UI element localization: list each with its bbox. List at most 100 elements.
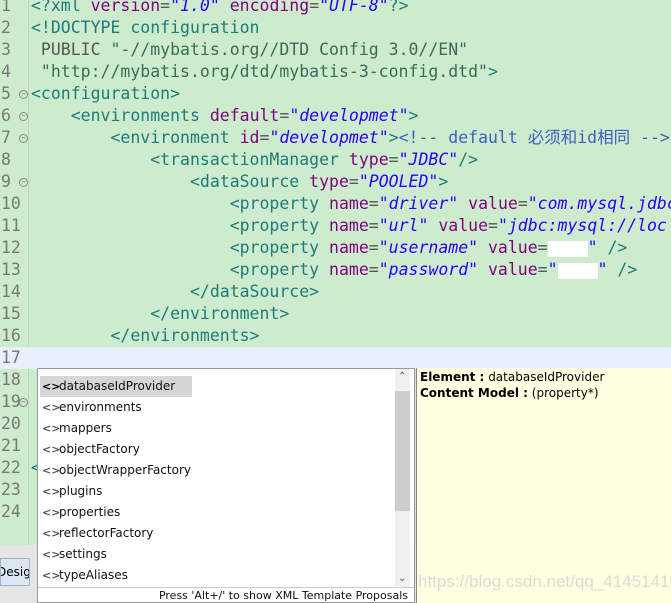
line-number: 12 (1, 238, 21, 257)
code-token: = (259, 128, 270, 147)
line-number: 1 (1, 0, 11, 15)
fold-toggle-icon[interactable]: − (19, 90, 28, 99)
content-model-value: (property*) (531, 386, 599, 400)
code-token: value (488, 238, 538, 257)
xml-element-icon: <> (42, 443, 61, 456)
scroll-down-icon[interactable]: ⌄ (398, 573, 406, 584)
code-line[interactable]: 17 (0, 347, 671, 369)
line-number: 20 (1, 414, 21, 433)
proposal-item[interactable]: <>environments (40, 397, 192, 418)
code-token: = (279, 106, 290, 125)
proposal-label: settings (59, 547, 107, 561)
line-number: 18 (1, 370, 21, 389)
code-line[interactable]: 15 </environment> (0, 303, 671, 325)
code-token: "url" (378, 216, 429, 235)
code-token: = (348, 172, 359, 191)
code-line[interactable]: 16 </environments> (0, 325, 671, 347)
code-token: </dataSource> (189, 282, 320, 301)
code-token: name (329, 194, 369, 213)
proposal-label: mappers (59, 421, 112, 435)
code-line[interactable]: 5− <configuration> (0, 83, 671, 105)
code-token: = (537, 260, 548, 279)
code-token: <configuration> (31, 84, 181, 103)
code-token: " (597, 260, 608, 279)
code-token: PUBLIC (31, 40, 111, 59)
code-line[interactable]: 1 <?xml version="1.0" encoding="UTF-8"?> (0, 0, 671, 17)
code-token: name (329, 238, 369, 257)
watermark: https://blog.csdn.net/qq_41451415 (418, 572, 671, 591)
code-line[interactable]: 9− <dataSource type="POOLED"> (0, 171, 671, 193)
proposal-label: typeAliases (59, 568, 128, 582)
line-number: 19 (1, 392, 21, 411)
code-text: <environments default="developmet"> (31, 105, 419, 127)
proposal-item[interactable]: <>typeAliases (40, 565, 192, 586)
fold-toggle-icon[interactable]: − (19, 112, 28, 121)
code-token: type (309, 172, 349, 191)
code-token: </environments> (110, 326, 260, 345)
code-token: /> (458, 150, 479, 169)
code-token: <property (229, 260, 330, 279)
tab-design[interactable]: Design (0, 558, 30, 586)
code-token: = (368, 260, 379, 279)
code-text: <property name="url" value="jdbc:mysql:/… (31, 215, 667, 237)
code-token: value (438, 216, 488, 235)
proposal-item[interactable]: <>plugins (40, 481, 192, 502)
code-line[interactable]: 4 "http://mybatis.org/dtd/mybatis-3-conf… (0, 61, 671, 83)
code-token: "-//mybatis.org//DTD Config 3.0//EN" (110, 40, 469, 59)
code-token: "com.mysql.jdbc (527, 194, 671, 213)
scroll-up-icon[interactable]: ⌃ (398, 371, 406, 382)
code-token: <!-- default 必须和id相同 --> (398, 128, 670, 147)
content-assist-popup[interactable]: <>databaseIdProvider <>environments <>mapp… (37, 368, 415, 603)
code-token: ?> (388, 0, 409, 15)
code-token: "jdbc:mysql://loc (497, 216, 667, 235)
proposal-item[interactable]: <>databaseIdProvider (40, 376, 192, 397)
code-token: default (209, 106, 280, 125)
code-line[interactable]: 6− <environments default="developmet"> (0, 105, 671, 127)
fold-toggle-icon[interactable]: − (19, 398, 28, 407)
code-token: <property (229, 216, 330, 235)
code-line[interactable]: 14 </dataSource> (0, 281, 671, 303)
code-line[interactable]: 12 <property name="username" value= " /> (0, 237, 671, 259)
code-token: type (348, 150, 389, 169)
proposal-item[interactable]: <>objectFactory (40, 439, 192, 460)
code-text: <!DOCTYPE configuration (31, 17, 259, 39)
scrollbar[interactable]: ⌃ ⌄ (395, 369, 410, 587)
code-text: <dataSource type="POOLED"> (31, 171, 448, 193)
proposal-item[interactable]: <>properties (40, 502, 192, 523)
code-token: /> (597, 238, 628, 257)
code-token: " (547, 260, 558, 279)
line-number: 15 (1, 304, 21, 323)
fold-toggle-icon[interactable]: − (19, 134, 28, 143)
proposal-item[interactable]: <>reflectorFactory (40, 523, 192, 544)
proposal-item[interactable]: <>objectWrapperFactory (40, 460, 192, 481)
proposal-item[interactable]: <>settings (40, 544, 192, 565)
code-line[interactable]: 11 <property name="url" value="jdbc:mysq… (0, 215, 671, 237)
xml-element-icon: <> (42, 548, 61, 561)
code-text: <property name="password" value=" " /> (31, 259, 638, 281)
fold-toggle-icon[interactable]: − (19, 178, 28, 187)
code-line[interactable]: 3 PUBLIC "-//mybatis.org//DTD Config 3.0… (0, 39, 671, 61)
proposal-item[interactable]: <>mappers (40, 418, 192, 439)
code-text: <transactionManager type="JDBC"/> (31, 149, 478, 171)
scrollbar-thumb[interactable] (395, 391, 410, 511)
xml-element-icon: <> (42, 401, 61, 414)
code-line[interactable]: 10 <property name="driver" value="com.my… (0, 193, 671, 215)
code-token: = (160, 0, 171, 15)
line-number: 16 (1, 326, 21, 345)
code-line[interactable]: 2 <!DOCTYPE configuration (0, 17, 671, 39)
code-line[interactable]: 13 <property name="password" value=" " /> (0, 259, 671, 281)
code-line[interactable]: 7− <environment id="developmet"><!-- def… (0, 127, 671, 149)
code-token: name (329, 260, 369, 279)
code-line[interactable]: 8 <transactionManager type="JDBC"/> (0, 149, 671, 171)
line-number: 5 (1, 84, 11, 103)
code-token: <transactionManager (150, 150, 349, 169)
line-number: 4 (1, 62, 11, 81)
